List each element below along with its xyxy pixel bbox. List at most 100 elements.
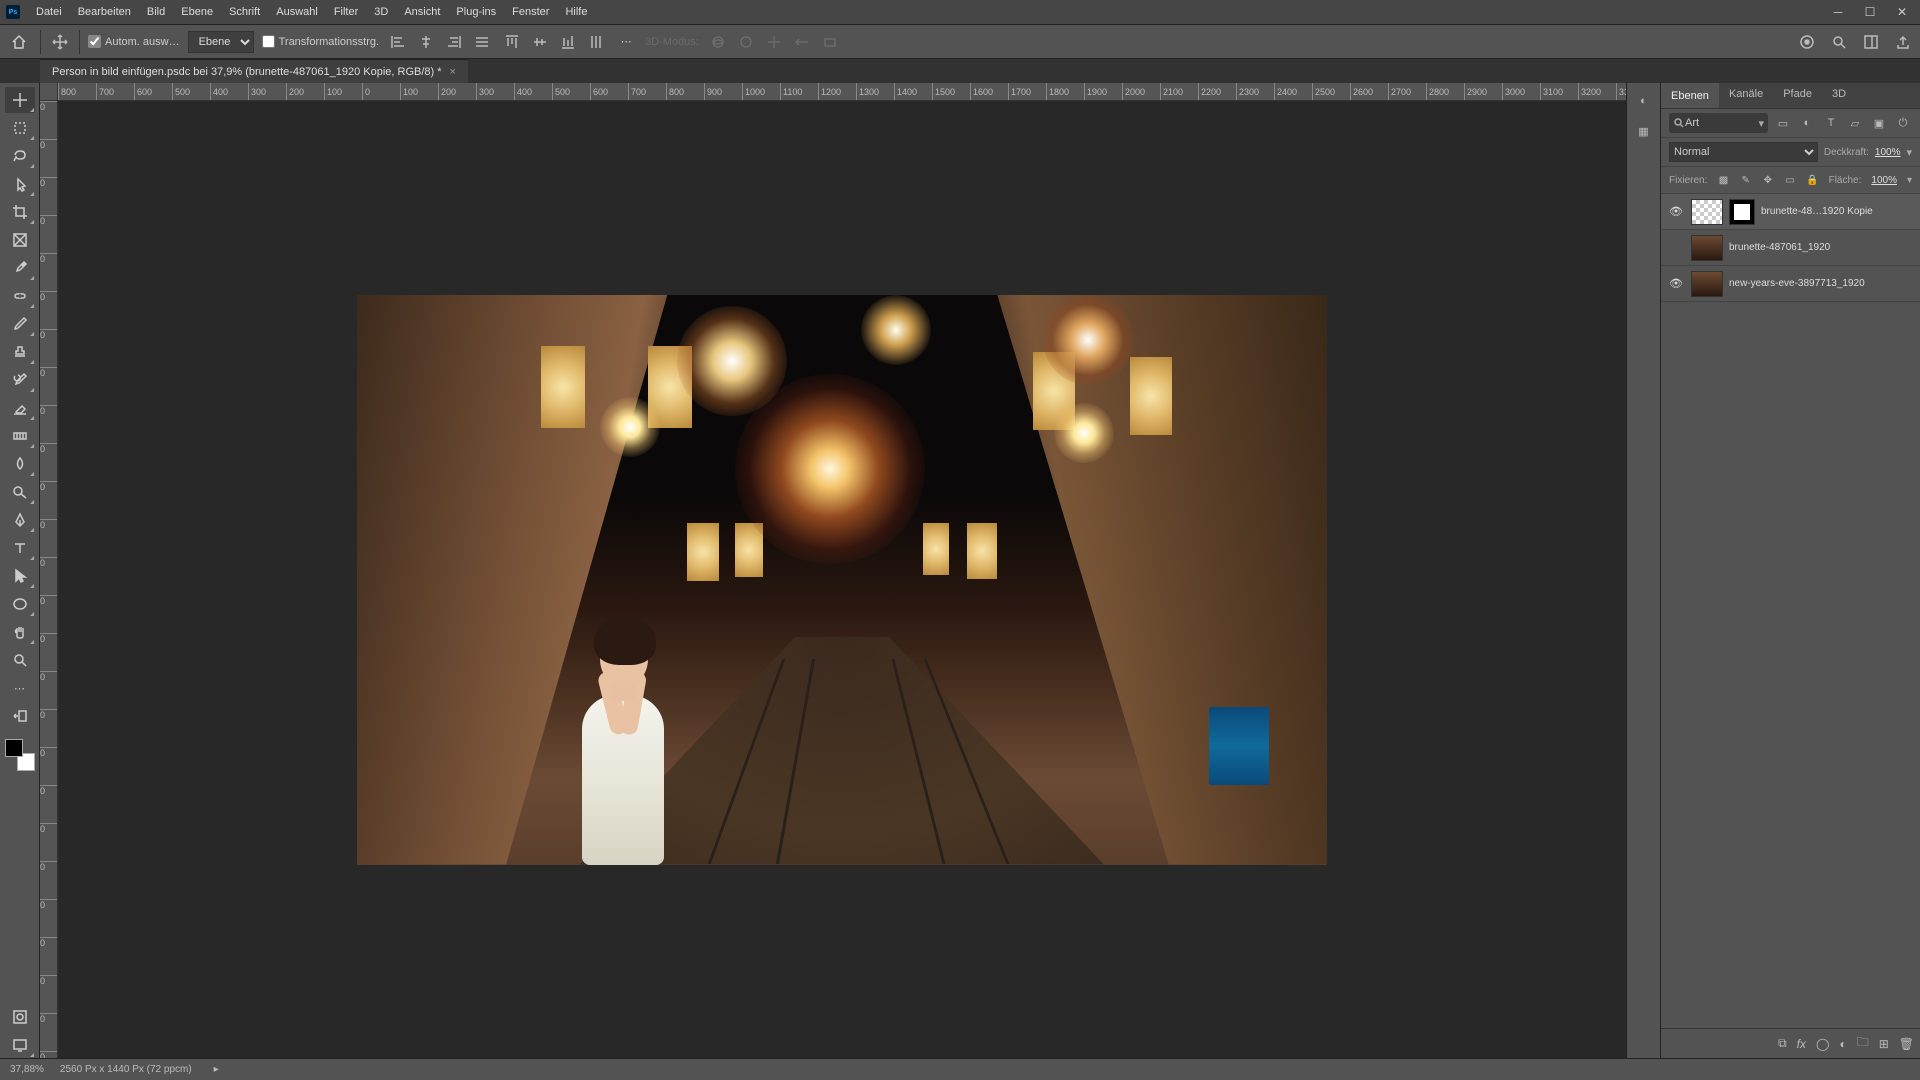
new-layer-icon[interactable]: ⊞ — [1879, 1037, 1889, 1051]
lock-pixels-icon[interactable]: ✎ — [1740, 171, 1752, 189]
auto-select-checkbox[interactable]: Autom. ausw… — [88, 35, 180, 48]
color-swatches[interactable] — [5, 739, 35, 771]
layer-visibility-icon[interactable]: 👁 — [1667, 277, 1685, 290]
layer-name[interactable]: brunette-487061_1920 — [1729, 242, 1830, 253]
tab-layers[interactable]: Ebenen — [1661, 83, 1719, 108]
align-bottom-icon[interactable] — [557, 31, 579, 53]
align-center-h-icon[interactable] — [415, 31, 437, 53]
layer-fx-icon[interactable]: fx — [1797, 1037, 1806, 1051]
menu-filter[interactable]: Filter — [326, 2, 366, 22]
quick-mask-icon[interactable] — [5, 1004, 35, 1030]
document-tab[interactable]: Person in bild einfügen.psdc bei 37,9% (… — [40, 59, 468, 83]
adjustment-layer-icon[interactable]: ◐ — [1839, 1037, 1846, 1051]
gradient-tool[interactable] — [5, 423, 35, 449]
ruler-vertical[interactable]: 00000000000000000000000000 — [40, 101, 58, 1058]
layer-mask-icon[interactable]: ◯ — [1816, 1037, 1829, 1051]
canvas-viewport[interactable] — [58, 101, 1626, 1058]
menu-window[interactable]: Fenster — [504, 2, 557, 22]
fill-value[interactable]: 100% — [1871, 175, 1897, 186]
align-middle-icon[interactable] — [529, 31, 551, 53]
pen-tool[interactable] — [5, 507, 35, 533]
cloud-docs-icon[interactable] — [1796, 31, 1818, 53]
layer-row[interactable]: 👁 brunette-48…1920 Kopie — [1661, 194, 1920, 230]
filter-type-icon[interactable]: T — [1822, 114, 1840, 132]
distribute-v-icon[interactable] — [585, 31, 607, 53]
menu-help[interactable]: Hilfe — [557, 2, 595, 22]
shape-tool[interactable] — [5, 591, 35, 617]
layer-filter-input[interactable] — [1685, 117, 1725, 129]
filter-pixel-icon[interactable]: ▭ — [1774, 114, 1792, 132]
layer-row[interactable]: brunette-487061_1920 — [1661, 230, 1920, 266]
delete-layer-icon[interactable]: 🗑 — [1899, 1037, 1914, 1051]
menu-3d[interactable]: 3D — [366, 2, 396, 22]
lasso-tool[interactable] — [5, 143, 35, 169]
history-brush-tool[interactable] — [5, 367, 35, 393]
lock-transparency-icon[interactable]: ▩ — [1717, 171, 1729, 189]
document-info[interactable]: 2560 Px x 1440 Px (72 ppcm) — [60, 1064, 192, 1075]
marquee-tool[interactable] — [5, 115, 35, 141]
layer-group-icon[interactable]: 🗀 — [1857, 1033, 1869, 1054]
toolbox-more-icon[interactable]: ⋯ — [5, 675, 35, 701]
transform-controls-checkbox[interactable]: Transformationsstrg. — [262, 35, 379, 48]
home-button[interactable] — [6, 29, 32, 55]
dodge-tool[interactable] — [5, 479, 35, 505]
frame-tool[interactable] — [5, 227, 35, 253]
ruler-horizontal[interactable]: 8007006005004003002001000100200300400500… — [58, 83, 1626, 101]
align-top-icon[interactable] — [501, 31, 523, 53]
move-tool[interactable] — [5, 87, 35, 113]
quick-select-tool[interactable] — [5, 171, 35, 197]
dock-swatches-icon[interactable]: ▦ — [1632, 119, 1656, 143]
menu-view[interactable]: Ansicht — [396, 2, 448, 22]
close-tab-icon[interactable]: × — [450, 66, 456, 78]
lock-artboard-icon[interactable]: ▭ — [1784, 171, 1796, 189]
healing-tool[interactable] — [5, 283, 35, 309]
opacity-value[interactable]: 100% — [1875, 147, 1901, 158]
edit-toolbar-icon[interactable] — [5, 703, 35, 729]
layer-name[interactable]: new-years-eve-3897713_1920 — [1729, 278, 1865, 289]
window-minimize[interactable]: ─ — [1826, 3, 1850, 21]
foreground-color[interactable] — [5, 739, 23, 757]
screen-mode-icon[interactable] — [5, 1032, 35, 1058]
path-select-tool[interactable] — [5, 563, 35, 589]
lock-position-icon[interactable]: ✥ — [1762, 171, 1774, 189]
type-tool[interactable] — [5, 535, 35, 561]
eyedropper-tool[interactable] — [5, 255, 35, 281]
zoom-level[interactable]: 37,88% — [10, 1064, 44, 1075]
crop-tool[interactable] — [5, 199, 35, 225]
tab-channels[interactable]: Kanäle — [1719, 83, 1773, 108]
menu-plugins[interactable]: Plug-ins — [448, 2, 504, 22]
blur-tool[interactable] — [5, 451, 35, 477]
stamp-tool[interactable] — [5, 339, 35, 365]
hand-tool[interactable] — [5, 619, 35, 645]
eraser-tool[interactable] — [5, 395, 35, 421]
menu-edit[interactable]: Bearbeiten — [70, 2, 139, 22]
layer-row[interactable]: 👁 new-years-eve-3897713_1920 — [1661, 266, 1920, 302]
filter-adjust-icon[interactable]: ◐ — [1798, 114, 1816, 132]
menu-file[interactable]: Datei — [28, 2, 70, 22]
share-icon[interactable] — [1892, 31, 1914, 53]
align-left-icon[interactable] — [387, 31, 409, 53]
search-icon[interactable] — [1828, 31, 1850, 53]
layer-name[interactable]: brunette-48…1920 Kopie — [1761, 206, 1873, 217]
zoom-tool[interactable] — [5, 647, 35, 673]
layer-thumbnail[interactable] — [1691, 235, 1723, 261]
filter-toggle-icon[interactable]: ⏻ — [1894, 114, 1912, 132]
layer-visibility-icon[interactable]: 👁 — [1667, 205, 1685, 218]
align-right-icon[interactable] — [443, 31, 465, 53]
lock-all-icon[interactable]: 🔒 — [1806, 171, 1818, 189]
menu-layer[interactable]: Ebene — [173, 2, 221, 22]
menu-select[interactable]: Auswahl — [268, 2, 326, 22]
tab-3d[interactable]: 3D — [1822, 83, 1856, 108]
tab-paths[interactable]: Pfade — [1773, 83, 1822, 108]
menu-image[interactable]: Bild — [139, 2, 173, 22]
auto-select-target[interactable]: Ebene — [188, 31, 254, 53]
workspace-icon[interactable] — [1860, 31, 1882, 53]
canvas-artboard[interactable] — [357, 295, 1327, 865]
menu-type[interactable]: Schrift — [221, 2, 268, 22]
brush-tool[interactable] — [5, 311, 35, 337]
filter-smart-icon[interactable]: ▣ — [1870, 114, 1888, 132]
distribute-h-icon[interactable] — [471, 31, 493, 53]
ruler-origin[interactable] — [40, 83, 58, 101]
layer-mask-thumbnail[interactable] — [1729, 199, 1755, 225]
align-more-icon[interactable]: ⋯ — [615, 35, 637, 48]
